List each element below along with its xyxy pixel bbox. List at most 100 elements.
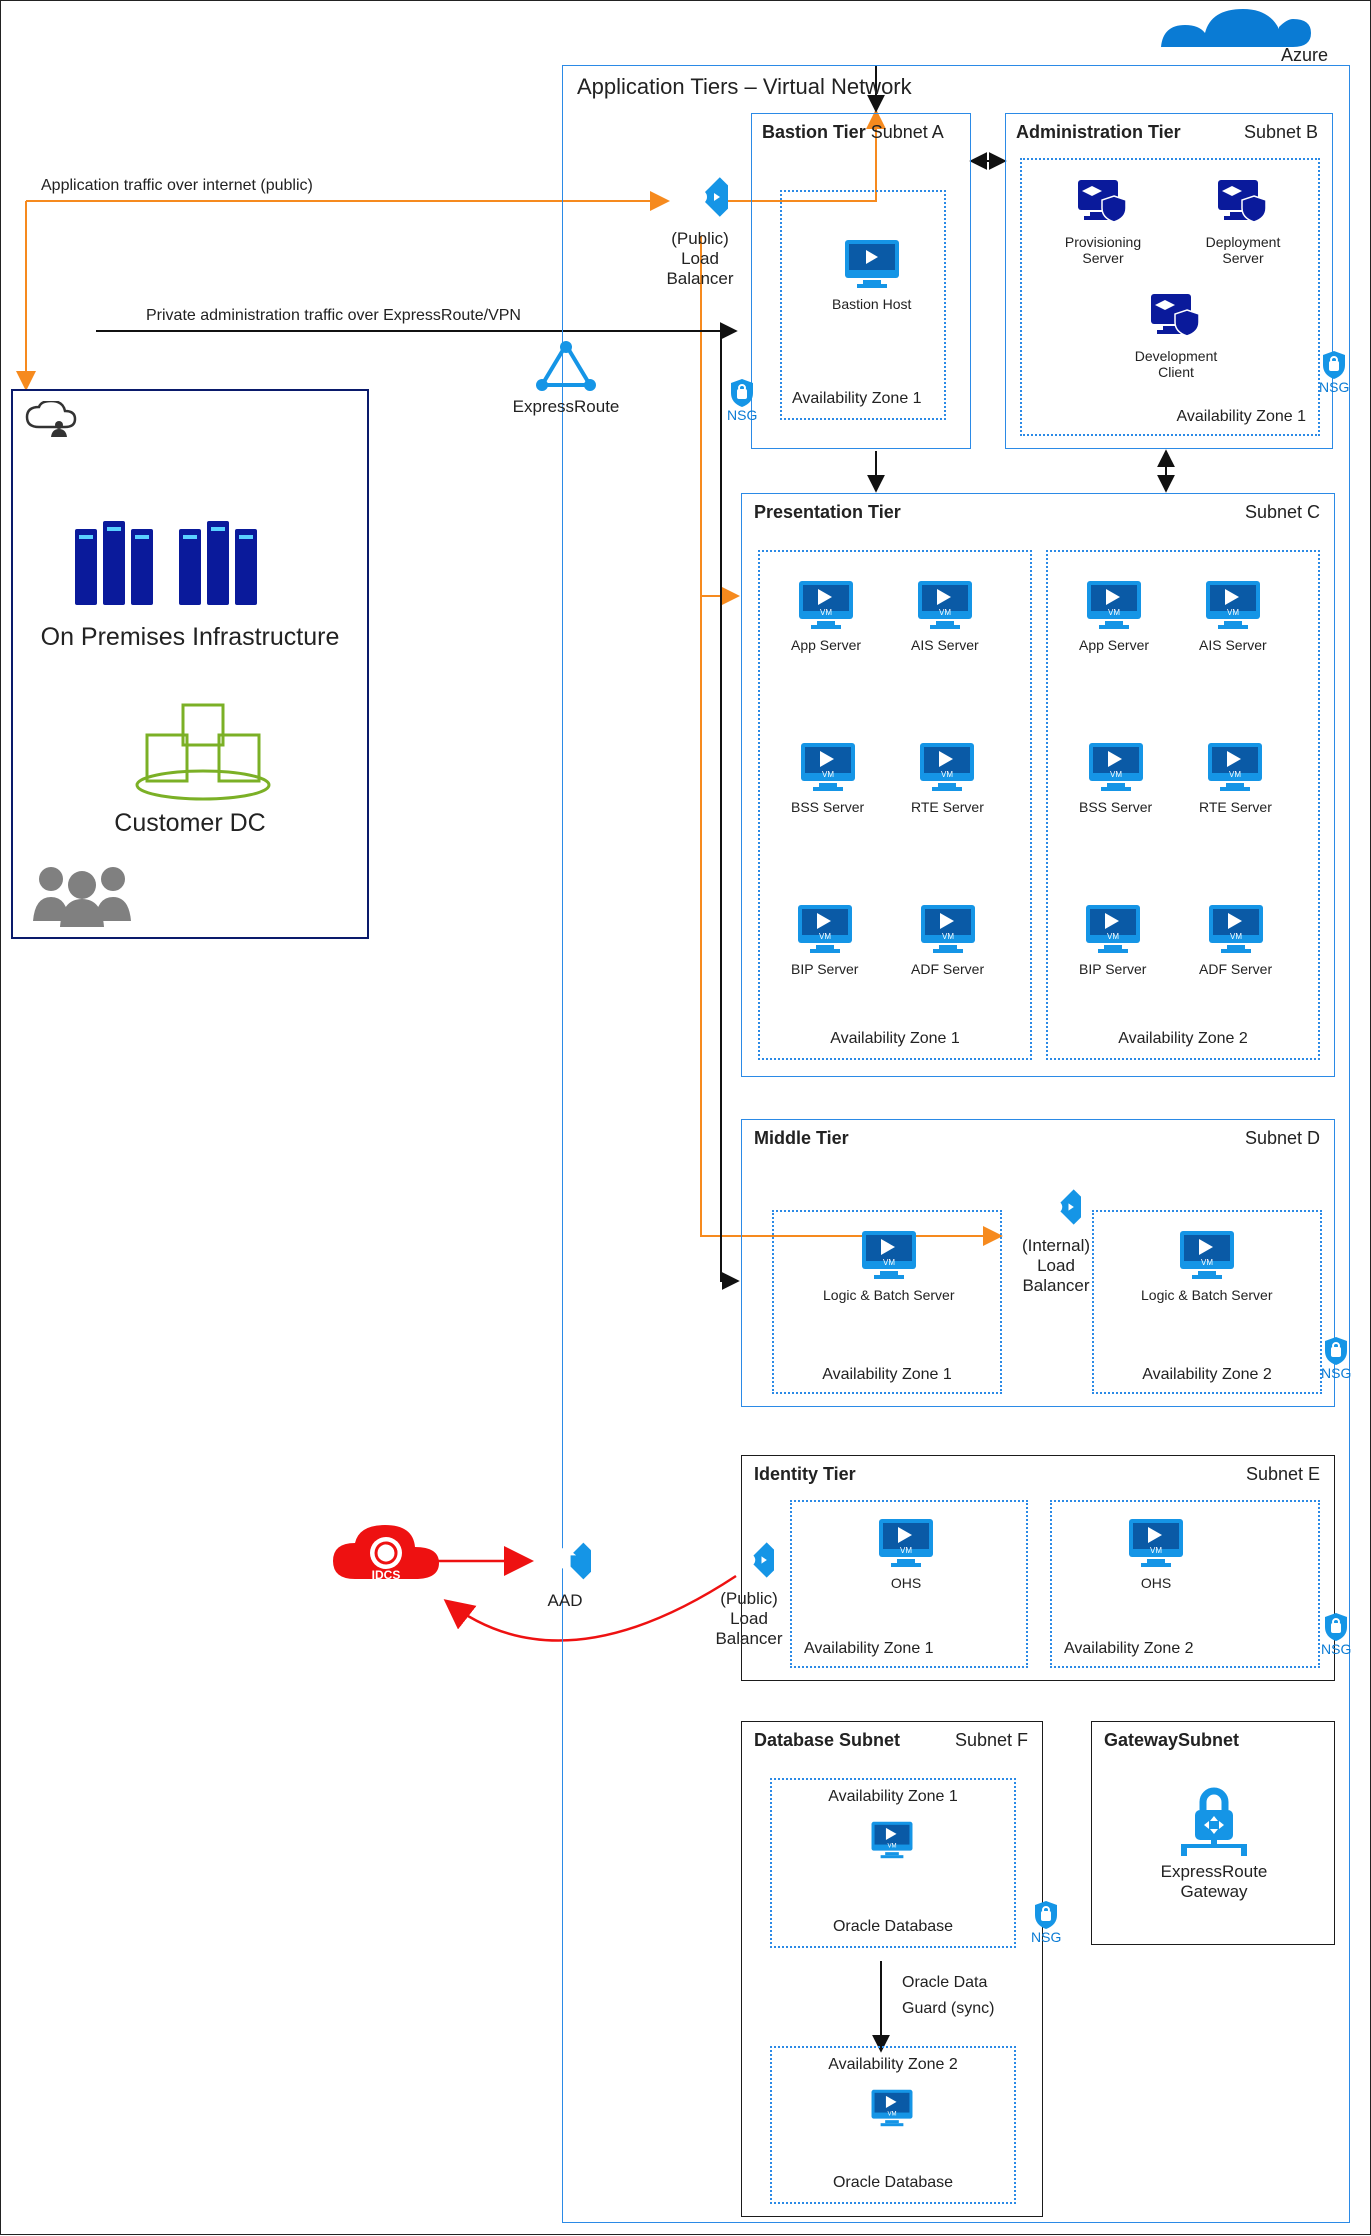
oracle-db-vm-az2: VM: [870, 2088, 914, 2128]
vm-node: VMBIP Server: [791, 903, 858, 977]
svg-text:VM: VM: [1150, 1546, 1162, 1555]
database-subnet: Database Subnet Subnet F Availability Zo…: [741, 1721, 1043, 2217]
svg-text:VM: VM: [887, 2112, 896, 2118]
vm-icon: VM: [1127, 1517, 1185, 1569]
diagram-canvas: Azure Application Tiers – Virtual Networ…: [0, 0, 1371, 2235]
vm-icon: VM: [1207, 903, 1265, 955]
gateway-subnet: GatewaySubnet ExpressRoute Gateway: [1091, 1721, 1335, 1945]
vm-icon: VM: [1085, 579, 1143, 631]
vm-node: VMADF Server: [1199, 903, 1272, 977]
svg-text:VM: VM: [887, 1844, 896, 1850]
db-az2: Availability Zone 2 VM Oracle Database: [770, 2046, 1016, 2204]
vm-icon: VM: [1206, 741, 1264, 793]
cloud-users-icon: [25, 401, 77, 441]
nsg-icon: [1323, 351, 1345, 379]
vm-icon: VM: [877, 1517, 935, 1569]
provisioning-server: Provisioning Server: [1058, 176, 1148, 266]
db-az1: Availability Zone 1 VM Oracle Database: [770, 1778, 1016, 1948]
flow-private-label: Private administration traffic over Expr…: [146, 307, 521, 325]
idcs: IDCS: [331, 1523, 441, 1599]
vm-icon: VM: [919, 903, 977, 955]
nsg-icon: [1325, 1613, 1347, 1641]
vm-icon: VM: [797, 579, 855, 631]
aad-icon: [539, 1535, 591, 1587]
admin-tier: Administration Tier Subnet B Provisionin…: [1005, 113, 1333, 449]
vm-node: VMApp Server: [791, 579, 861, 653]
vm-node: VMAIS Server: [911, 579, 979, 653]
admin-az1: Provisioning Server Deployment Server De…: [1020, 158, 1320, 436]
svg-text:VM: VM: [900, 1546, 912, 1555]
on-prem-box: On Premises Infrastructure Customer DC: [11, 389, 369, 939]
server-shield-icon: [1074, 176, 1132, 228]
logic-batch-vm-az2: VM Logic & Batch Server: [1141, 1229, 1273, 1303]
vm-icon: VM: [860, 1229, 918, 1281]
ohs-vm-az2: VM OHS: [1127, 1517, 1185, 1591]
svg-text:VM: VM: [1229, 770, 1241, 779]
svg-text:VM: VM: [942, 932, 954, 941]
expressroute: ExpressRoute: [521, 341, 611, 417]
svg-text:VM: VM: [819, 932, 831, 941]
server-shield-icon: [1147, 290, 1205, 342]
public-load-balancer: (Public) Load Balancer: [668, 169, 732, 289]
bastion-tier: Bastion Tier Subnet A Bastion Host Avail…: [751, 113, 971, 449]
nsg-db: NSG: [1031, 1901, 1061, 1945]
nsg-icon: [1035, 1901, 1057, 1929]
internal-load-balancer: (Internal) Load Balancer: [1008, 1182, 1104, 1296]
vm-icon: [843, 238, 901, 290]
on-prem-infra-label: On Premises Infrastructure: [13, 623, 367, 652]
vm-icon: VM: [870, 2088, 914, 2128]
aad: AAD: [537, 1535, 593, 1611]
svg-text:VM: VM: [1108, 608, 1120, 617]
expressroute-icon: [536, 341, 596, 393]
vm-icon: VM: [1178, 1229, 1236, 1281]
vm-node: VMApp Server: [1079, 579, 1149, 653]
vm-node: VMRTE Server: [1199, 741, 1272, 815]
svg-text:VM: VM: [941, 770, 953, 779]
load-balancer-icon: [672, 169, 728, 225]
oracle-db-vm-az1: VM: [870, 1820, 914, 1860]
logic-batch-vm-az1: VM Logic & Batch Server: [823, 1229, 955, 1303]
cloud-label: Azure: [1281, 45, 1328, 66]
nsg-bastion: NSG: [727, 379, 757, 423]
on-prem-servers-icon: [73, 521, 257, 613]
vm-icon: VM: [870, 1820, 914, 1860]
svg-text:VM: VM: [1107, 932, 1119, 941]
vm-node: VMAIS Server: [1199, 579, 1267, 653]
deployment-server: Deployment Server: [1198, 176, 1288, 266]
expressroute-gateway: ExpressRoute Gateway: [1154, 1772, 1274, 1902]
flow-public-label: Application traffic over internet (publi…: [41, 177, 313, 195]
vnet-title: Application Tiers – Virtual Network: [577, 74, 912, 100]
customer-dc-label: Customer DC: [13, 809, 367, 838]
svg-text:VM: VM: [939, 608, 951, 617]
public-lb-caption: (Public) Load Balancer: [666, 229, 733, 289]
bastion-az1: Bastion Host Availability Zone 1: [780, 190, 946, 420]
vm-node: VMADF Server: [911, 903, 984, 977]
load-balancer-icon: [724, 1535, 774, 1585]
svg-text:VM: VM: [1201, 1258, 1213, 1267]
vm-icon: VM: [1087, 741, 1145, 793]
vm-icon: VM: [1084, 903, 1142, 955]
nsg-middle: NSG: [1321, 1337, 1351, 1381]
vm-icon: VM: [1204, 579, 1262, 631]
load-balancer-icon: [1031, 1182, 1081, 1232]
expressroute-caption: ExpressRoute: [513, 397, 620, 417]
vm-node: VMBSS Server: [791, 741, 864, 815]
bastion-host-vm: Bastion Host: [832, 238, 911, 312]
people-icon: [27, 861, 137, 927]
identity-tier: Identity Tier Subnet E Availability Zone…: [741, 1455, 1335, 1681]
nsg-icon: [1325, 1337, 1347, 1365]
svg-text:VM: VM: [883, 1258, 895, 1267]
vm-icon: VM: [796, 903, 854, 955]
svg-text:VM: VM: [820, 608, 832, 617]
vm-node: VMRTE Server: [911, 741, 984, 815]
development-client: Development Client: [1128, 290, 1224, 380]
identity-az2: Availability Zone 2: [1050, 1500, 1320, 1668]
svg-text:VM: VM: [1227, 608, 1239, 617]
public-load-balancer-2: (Public) Load Balancer: [717, 1535, 781, 1649]
idcs-icon: IDCS: [331, 1523, 441, 1599]
vm-node: VMBSS Server: [1079, 741, 1152, 815]
er-gateway-icon: [1171, 1772, 1257, 1858]
svg-text:IDCS: IDCS: [372, 1568, 401, 1582]
svg-text:VM: VM: [822, 770, 834, 779]
vm-icon: VM: [916, 579, 974, 631]
